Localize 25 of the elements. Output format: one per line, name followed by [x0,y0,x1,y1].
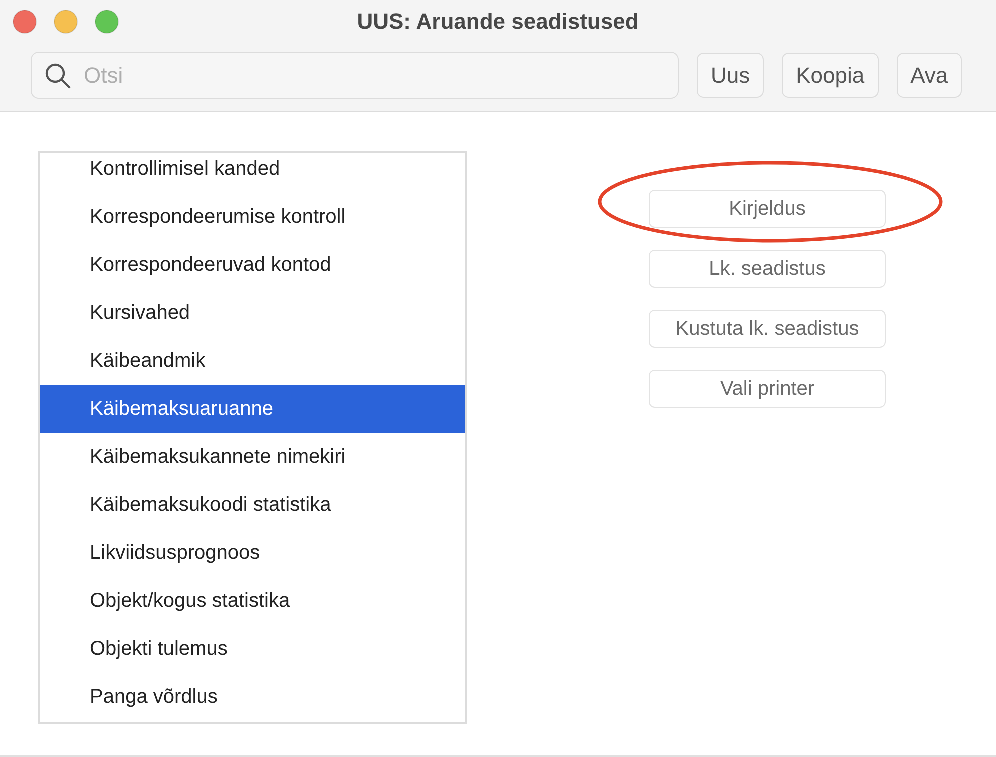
minimize-icon[interactable] [54,10,78,34]
search-field[interactable]: Otsi [31,52,679,99]
report-list-item[interactable]: Objekti tulemus [40,625,465,673]
action-button[interactable]: Kustuta lk. seadistus [649,310,886,348]
action-button[interactable]: Vali printer [649,370,886,408]
report-list-item[interactable]: Käibemaksuaruanne [40,385,465,433]
report-list-item[interactable]: Korrespondeerumise kontroll [40,193,465,241]
toolbar-button[interactable]: Uus [697,53,764,98]
report-list-item[interactable]: Objekt/kogus statistika [40,577,465,625]
report-list-item[interactable]: Käibemaksukoodi statistika [40,481,465,529]
search-icon [45,63,71,89]
toolbar-button[interactable]: Ava [896,53,962,98]
report-list-item[interactable]: Käibeandmik [40,337,465,385]
window-title: UUS: Aruande seadistused [357,9,639,35]
report-list-item[interactable]: Käibemaksukannete nimekiri [40,433,465,481]
report-list-item[interactable]: Korrespondeeruvad kontod [40,241,465,289]
report-list-item[interactable]: Panga võrdlus [40,673,465,721]
report-list-item[interactable]: Kontrollimisel kanded [40,153,465,193]
action-button[interactable]: Kirjeldus [649,190,886,228]
report-list-item[interactable]: Likviidsusprognoos [40,529,465,577]
toolbar-button[interactable]: Koopia [782,53,879,98]
maximize-icon[interactable] [95,10,119,34]
close-icon[interactable] [13,10,37,34]
report-list-item[interactable]: Kursivahed [40,289,465,337]
action-button[interactable]: Lk. seadistus [649,250,886,288]
